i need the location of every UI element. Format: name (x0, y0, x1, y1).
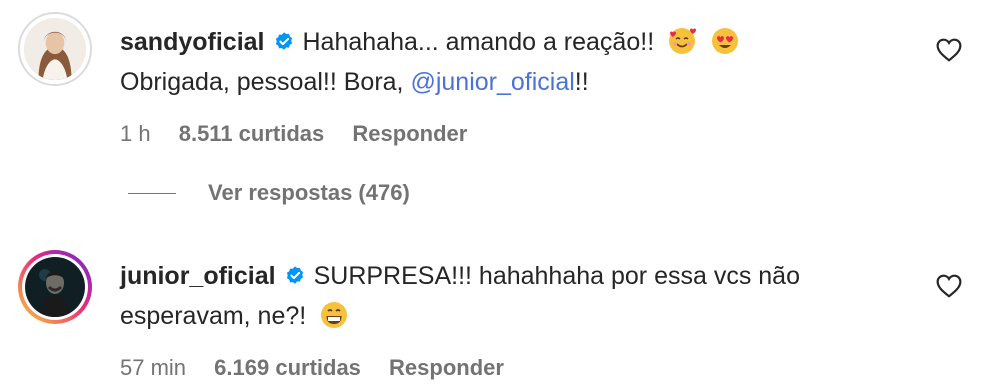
like-heart-icon[interactable] (936, 38, 962, 62)
verified-badge-icon (275, 32, 292, 50)
likes-count[interactable]: 6.169 curtidas (214, 355, 361, 380)
reply-button[interactable]: Responder (352, 121, 467, 146)
replies-divider (128, 192, 176, 194)
comment-text: junior_oficial SURPRESA!!! hahahhaha por … (120, 256, 924, 336)
grinning-face-icon (321, 302, 348, 328)
verified-badge-icon (286, 266, 303, 284)
like-heart-icon[interactable] (936, 274, 962, 298)
avatar-image (24, 18, 86, 80)
view-replies-label: Ver respostas (476) (208, 180, 410, 205)
comment-text-line1: Hahahaha... amando a reação!! (302, 28, 655, 56)
smiling-face-with-hearts-icon (669, 28, 697, 54)
comment-text-line2: Obrigada, pessoal!! Bora, (120, 68, 411, 96)
comments-page: sandyoficial Hahahaha... amando a reação!… (0, 0, 984, 392)
comment-text-tail: !! (574, 68, 589, 96)
avatar-sandyoficial[interactable] (18, 12, 92, 86)
avatar-image (25, 257, 85, 317)
comment-meta: 57 min 6.169 curtidas Responder (120, 354, 924, 382)
username[interactable]: sandyoficial (120, 28, 265, 56)
timestamp[interactable]: 1 h (120, 121, 151, 146)
view-replies-button[interactable]: Ver respostas (476) (128, 180, 410, 206)
likes-count[interactable]: 8.511 curtidas (179, 121, 325, 146)
username[interactable]: junior_oficial (120, 262, 276, 290)
timestamp[interactable]: 57 min (120, 355, 186, 380)
reply-button[interactable]: Responder (389, 355, 504, 380)
comment-meta: 1 h 8.511 curtidas Responder (120, 120, 924, 148)
avatar-junior-oficial[interactable] (18, 250, 92, 324)
mention-link[interactable]: @junior_oficial (410, 68, 574, 96)
heart-eyes-icon (712, 28, 739, 54)
comment-text: sandyoficial Hahahaha... amando a reação!… (120, 22, 924, 102)
